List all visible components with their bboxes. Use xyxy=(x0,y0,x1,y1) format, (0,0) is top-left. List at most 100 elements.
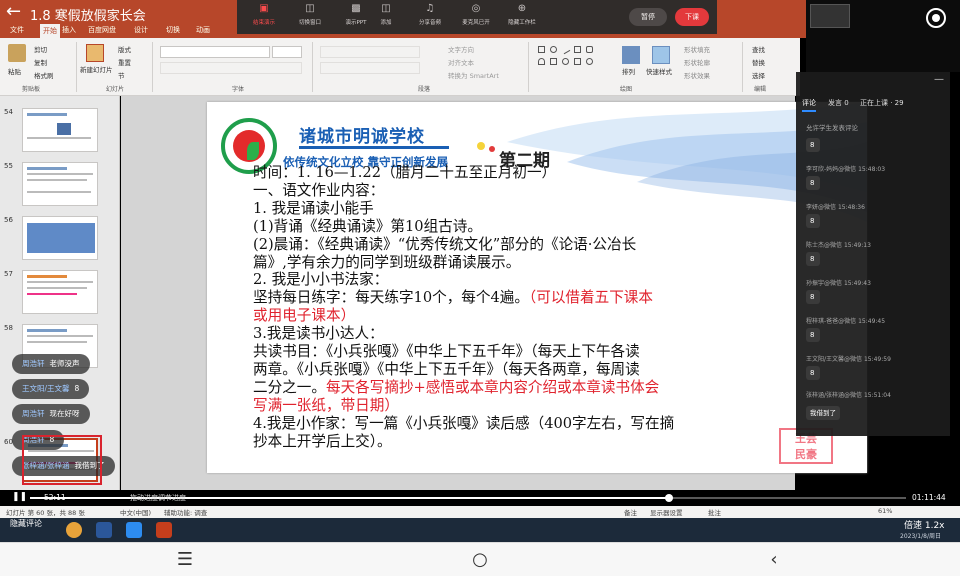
reset-button[interactable]: 重置 xyxy=(118,57,131,67)
text-direction-button[interactable]: 文字方向 xyxy=(448,44,474,54)
arrange-icon[interactable] xyxy=(622,46,640,64)
camera-preview[interactable] xyxy=(810,4,850,28)
align-text-button[interactable]: 对齐文本 xyxy=(448,57,474,67)
arrange-button[interactable]: 排列 xyxy=(622,66,635,76)
allow-comments-toggle[interactable]: 允许学生发表评论 xyxy=(806,122,858,132)
font-size-select[interactable] xyxy=(272,46,302,58)
slide-thumbnail[interactable] xyxy=(22,216,98,260)
chrome-icon[interactable] xyxy=(66,522,82,538)
status-bar: 幻灯片 第 60 张，共 88 张 中文(中国) 辅助功能: 调查 备注 显示器… xyxy=(0,506,960,518)
comment-bubble: 王文阳/王文馨 8 xyxy=(12,379,90,399)
home-circle-icon[interactable]: ○ xyxy=(468,549,492,571)
slide-thumbnail[interactable] xyxy=(22,270,98,314)
zoom-level[interactable]: 61% xyxy=(878,507,892,515)
shape-effects-button[interactable]: 形状效果 xyxy=(684,70,710,80)
group-label-font: 字体 xyxy=(232,86,245,93)
layout-button[interactable]: 版式 xyxy=(118,44,131,54)
shape-outline-button[interactable]: 形状轮廓 xyxy=(684,57,710,67)
pause-icon[interactable]: ❚❚ xyxy=(12,492,27,502)
ribbon: 粘贴 剪切 复制 格式刷 剪贴板 新建幻灯片 版式 重置 节 幻灯片 字体 文字… xyxy=(0,38,800,96)
ppt-icon: ▩ xyxy=(351,3,361,14)
arc-shape-icon[interactable] xyxy=(538,58,545,65)
font-format-row[interactable] xyxy=(160,62,302,74)
cut-button[interactable]: 剪切 xyxy=(34,44,47,54)
tab-speak[interactable]: 发言 0 xyxy=(828,98,849,108)
hide-comments-button[interactable]: 隐藏评论 xyxy=(10,518,42,529)
oval-shape-icon[interactable] xyxy=(586,58,593,65)
end-class-button[interactable]: 下课 xyxy=(675,8,709,26)
switch-window-button[interactable]: ◫ 切换窗口 xyxy=(287,3,333,31)
tab-animation[interactable]: 动画 xyxy=(196,25,210,35)
quick-styles-icon[interactable] xyxy=(652,46,670,64)
playback-speed[interactable]: 倍速 1.2x xyxy=(904,518,945,531)
selection-highlight xyxy=(22,435,102,485)
rectangle-shape-icon[interactable] xyxy=(574,58,581,65)
tab-in-class[interactable]: 正在上课 · 29 xyxy=(860,98,904,108)
rectangle-shape-icon[interactable] xyxy=(538,46,545,53)
quick-styles-button[interactable]: 快速样式 xyxy=(646,66,672,76)
powerpoint-icon[interactable] xyxy=(156,522,172,538)
shape-fill-button[interactable]: 形状填充 xyxy=(684,44,710,54)
back-chevron-icon[interactable]: ‹ xyxy=(762,549,786,571)
paragraph-align-row[interactable] xyxy=(320,62,420,74)
tab-insert[interactable]: 插入 xyxy=(62,25,76,35)
minimize-icon[interactable]: — xyxy=(934,74,944,85)
notes-button[interactable]: 备注 xyxy=(624,507,637,517)
comment-latest-message: 我借到了 xyxy=(806,406,840,420)
share-audio-button[interactable]: ♫ 分享音频 xyxy=(407,3,453,31)
tab-transition[interactable]: 切换 xyxy=(166,25,180,35)
oval-shape-icon[interactable] xyxy=(562,58,569,65)
word-icon[interactable] xyxy=(96,522,112,538)
switch-window-icon: ◫ xyxy=(305,3,315,14)
rounded-rect-shape-icon[interactable] xyxy=(586,46,593,53)
screen-root: ← 1.8 寒假放假家长会 文件 开始 插入 百度网盘 设计 切换 动画 粘贴 … xyxy=(0,0,960,576)
menu-icon[interactable]: ☰ xyxy=(173,549,197,571)
format-painter-button[interactable]: 格式刷 xyxy=(34,70,54,80)
slide-number: 58 xyxy=(4,324,13,332)
slide-thumbnail[interactable] xyxy=(22,108,98,152)
stop-share-button[interactable]: ▣ 结束演示 xyxy=(241,3,287,31)
tab-comments[interactable]: 评论 xyxy=(802,98,816,112)
oval-shape-icon[interactable] xyxy=(550,46,557,53)
body-line: 写满一张纸，带日期） xyxy=(253,396,399,414)
section-button[interactable]: 节 xyxy=(118,70,125,80)
copy-button[interactable]: 复制 xyxy=(34,57,47,67)
font-family-select[interactable] xyxy=(160,46,270,58)
pause-button[interactable]: 暂停 xyxy=(629,8,667,26)
comments-button[interactable]: 批注 xyxy=(708,507,721,517)
new-slide-button[interactable]: 新建幻灯片 xyxy=(80,66,114,74)
tab-home[interactable]: 开始 xyxy=(40,24,60,38)
body-line: 2. 我是小小书法家： xyxy=(253,271,389,289)
back-arrow-icon[interactable]: ← xyxy=(6,2,21,22)
slide[interactable]: 诸城市明诚学校 依传统文化立校 靠守正创新发展 第二期 时间：1. 16—1.2… xyxy=(207,102,867,473)
mic-button[interactable]: ◎ 麦克风已开 xyxy=(453,3,499,31)
slide-thumbnail[interactable] xyxy=(22,162,98,206)
slide-canvas: 诸城市明诚学校 依传统文化立校 靠守正创新发展 第二期 时间：1. 16—1.2… xyxy=(121,96,867,490)
body-line: (1)背诵《经典诵读》第10组古诗。 xyxy=(253,217,482,235)
tab-design[interactable]: 设计 xyxy=(134,25,148,35)
rectangle-shape-icon[interactable] xyxy=(574,46,581,53)
find-button[interactable]: 查找 xyxy=(752,44,765,54)
add-button[interactable]: ◫ 添加 xyxy=(363,3,409,31)
language-status[interactable]: 中文(中国) xyxy=(120,507,151,517)
stop-share-icon: ▣ xyxy=(259,3,269,14)
paragraph-list-row[interactable] xyxy=(320,46,420,58)
paste-icon[interactable] xyxy=(8,44,26,62)
select-button[interactable]: 选择 xyxy=(752,70,765,80)
display-settings-button[interactable]: 显示器设置 xyxy=(650,507,683,517)
new-slide-icon[interactable] xyxy=(86,44,104,62)
tab-file[interactable]: 文件 xyxy=(10,25,24,35)
accessibility-status[interactable]: 辅助功能: 调查 xyxy=(164,507,207,517)
document-title: 1.8 寒假放假家长会 xyxy=(30,9,146,24)
tab-baidu[interactable]: 百度网盘 xyxy=(88,25,116,35)
progress-knob[interactable] xyxy=(665,494,674,502)
smartart-button[interactable]: 转换为 SmartArt xyxy=(448,70,499,80)
rectangle-shape-icon[interactable] xyxy=(550,58,557,65)
replace-button[interactable]: 替换 xyxy=(752,57,765,67)
ribbon-divider xyxy=(312,42,313,92)
app-icon[interactable] xyxy=(126,522,142,538)
hide-toolbar-button[interactable]: ⊕ 隐藏工作栏 xyxy=(499,3,545,31)
record-icon[interactable] xyxy=(926,8,946,28)
paste-button[interactable]: 粘贴 xyxy=(8,66,21,76)
line-shape-icon[interactable] xyxy=(560,44,571,55)
